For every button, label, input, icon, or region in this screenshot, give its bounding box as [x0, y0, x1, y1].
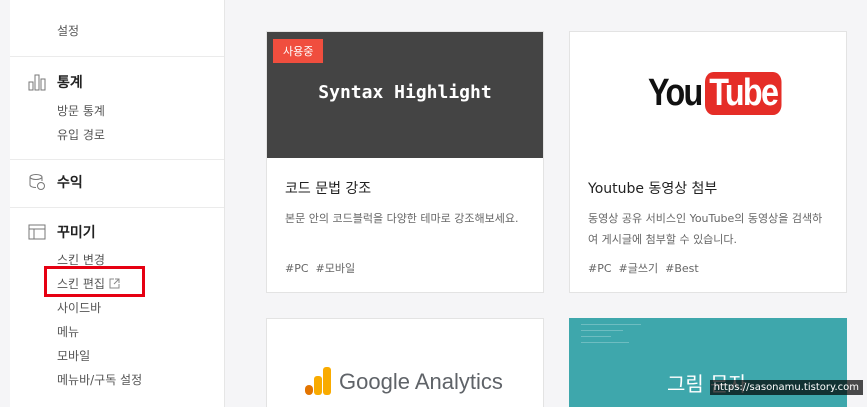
status-badge: 사용중 [273, 39, 324, 63]
sidebar-item-settings[interactable]: 설정 [57, 22, 79, 39]
sidebar-section-revenue[interactable]: 수익 [27, 172, 83, 192]
card-title: 코드 문법 강조 [285, 181, 372, 197]
card-tags: #PC #모바일 [285, 260, 362, 276]
tag: #글쓰기 [618, 262, 659, 275]
section-title: 통계 [57, 75, 83, 91]
sidebar-item-referrer[interactable]: 유입 경로 [57, 126, 105, 143]
card-thumbnail: You Tube [570, 32, 846, 158]
sidebar-item-visit-stats[interactable]: 방문 통계 [57, 102, 105, 119]
sidebar-item-sidebar[interactable]: 사이드바 [57, 299, 101, 316]
sidebar-section-stats[interactable]: 통계 [27, 72, 83, 92]
sidebar-item-menu[interactable]: 메뉴 [57, 323, 79, 340]
tag: #PC [285, 262, 309, 275]
plugin-card-youtube[interactable]: You Tube Youtube 동영상 첨부 동영상 공유 서비스인 YouTu… [569, 31, 847, 293]
google-analytics-icon [305, 367, 331, 395]
sidebar-section-decorate[interactable]: 꾸미기 [27, 222, 96, 242]
bar-chart-icon [27, 72, 47, 92]
sidebar-item-menubar-subscribe[interactable]: 메뉴바/구독 설정 [57, 371, 142, 388]
card-thumbnail: 사용중 Syntax Highlight [267, 32, 543, 158]
watermark: https://sasonamu.tistory.com [709, 380, 863, 395]
plugin-card-syntax[interactable]: 사용중 Syntax Highlight 코드 문법 강조 본문 안의 코드블럭… [266, 31, 544, 293]
card-description: 동영상 공유 서비스인 YouTube의 동영상을 검색하여 게시글에 첨부할 … [588, 212, 823, 246]
divider [10, 159, 224, 160]
sidebar-item-mobile[interactable]: 모바일 [57, 347, 90, 364]
decorative-lines [581, 324, 641, 348]
tag: #모바일 [315, 262, 356, 275]
card-tags: #PC #글쓰기 #Best [588, 260, 706, 276]
tag: #PC [588, 262, 612, 275]
thumbnail-text: Syntax Highlight [318, 82, 492, 103]
layout-icon [27, 222, 47, 242]
sidebar: 설정 통계 방문 통계 유입 경로 수익 꾸미기 스킨 변경 스킨 편집 사이드… [10, 0, 225, 407]
plugin-card-google-analytics[interactable]: Google Analytics [266, 318, 544, 407]
section-title: 꾸미기 [57, 225, 96, 241]
tag: #Best [665, 262, 699, 275]
logo-text: Google Analytics [339, 369, 503, 394]
card-title: Youtube 동영상 첨부 [588, 181, 718, 197]
coins-icon [27, 172, 47, 192]
highlight-box [44, 266, 145, 297]
google-analytics-logo: Google Analytics [305, 367, 503, 395]
card-description: 본문 안의 코드블럭을 다양한 테마로 강조해보세요. [285, 212, 519, 225]
divider [10, 56, 224, 57]
youtube-logo: You Tube [648, 72, 795, 115]
section-title: 수익 [57, 175, 83, 191]
divider [10, 207, 224, 208]
